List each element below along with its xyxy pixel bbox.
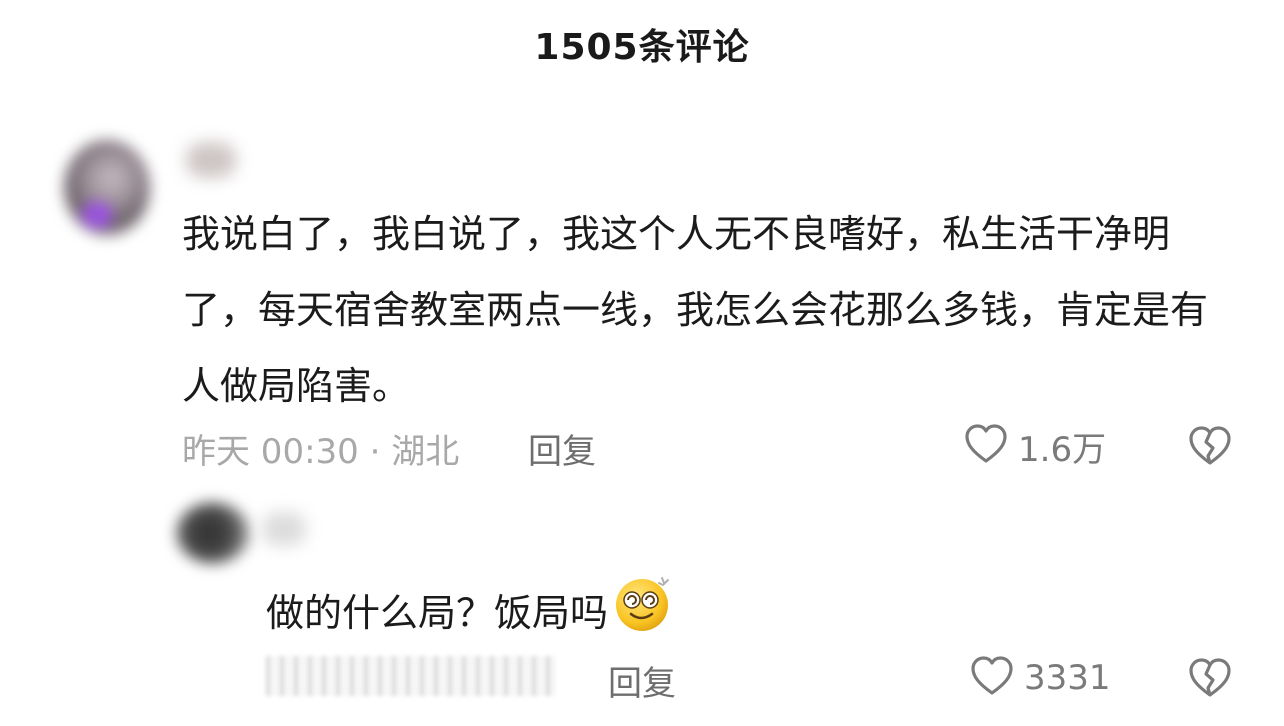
reply-like-count: 3331: [1024, 658, 1111, 698]
reply-dislike-button[interactable]: [1186, 654, 1234, 706]
heart-icon: [968, 652, 1016, 704]
reply-like-button[interactable]: 3331: [968, 652, 1111, 704]
dislike-button[interactable]: [1186, 422, 1234, 474]
comment-count-title: 1505条评论: [534, 27, 750, 68]
broken-heart-icon: [1186, 426, 1234, 474]
reply-comment: 做的什么局？饭局吗: [266, 572, 674, 653]
like-count: 1.6万: [1018, 429, 1107, 470]
reply-reply-button[interactable]: 回复: [608, 656, 676, 705]
username-blurred[interactable]: [186, 142, 236, 178]
dizzy-face-emoji-icon: [612, 572, 674, 653]
comment-text: 我说白了，我白说了，我这个人无不良嗜好，私生活干净明了，每天宿舍教室两点一线，我…: [182, 212, 1209, 408]
reply-username-blurred[interactable]: [262, 512, 306, 546]
comment-time-location: 昨天 00:30 · 湖北: [182, 432, 460, 472]
heart-icon: [962, 420, 1010, 472]
like-button[interactable]: 1.6万: [962, 420, 1106, 472]
reply-button[interactable]: 回复: [528, 424, 596, 473]
avatar[interactable]: [64, 140, 150, 236]
reply-text: 做的什么局？饭局吗: [266, 590, 609, 635]
comments-panel: 1505条评论 我说白了，我白说了，我这个人无不良嗜好，私生活干净明了，每天宿舍…: [0, 0, 1284, 726]
reply-avatar[interactable]: [176, 502, 250, 564]
avatar-accent: [82, 202, 112, 228]
broken-heart-icon: [1186, 658, 1234, 706]
reply-meta-blurred: [266, 656, 556, 696]
